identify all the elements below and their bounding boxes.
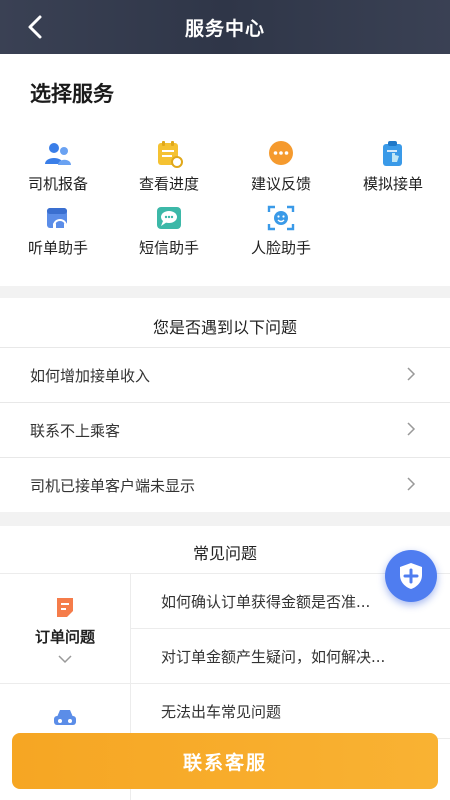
faq-title: 常见问题 (0, 526, 450, 574)
service-label: 人脸助手 (250, 239, 311, 257)
car-icon[interactable] (52, 706, 78, 728)
chat-bubble-icon (269, 141, 293, 165)
progress-checklist-icon (158, 141, 183, 168)
service-feedback[interactable]: 建议反馈 (225, 140, 337, 196)
chevron-left-icon[interactable] (24, 14, 48, 40)
service-order-listener[interactable]: 听单助手 (2, 204, 114, 260)
clipboard-touch-icon (383, 141, 402, 166)
issue-row[interactable]: 司机已接单客户端未显示 (0, 457, 450, 512)
service-label: 短信助手 (138, 239, 199, 257)
faq-question-text: 无法出车常见问题 (161, 702, 282, 721)
service-progress[interactable]: 查看进度 (113, 140, 225, 196)
issue-text: 如何增加接单收入 (30, 366, 151, 385)
issue-text: 司机已接单客户端未显示 (30, 476, 196, 495)
faq-question-text: 如何确认订单获得金额是否准... (161, 592, 371, 611)
sms-message-icon (157, 207, 181, 229)
issue-row[interactable]: 联系不上乘客 (0, 402, 450, 457)
service-driver-report[interactable]: 司机报备 (2, 140, 114, 196)
service-label: 查看进度 (138, 175, 199, 193)
service-selection-panel: 选择服务 司机报备 查看进度 建议反馈 模拟接单 听单助手 短信助手 人脸助手 (0, 54, 450, 286)
face-scan-icon (267, 205, 295, 231)
faq-category-label: 订单问题 (34, 628, 95, 646)
headset-calendar-icon (47, 208, 67, 229)
contact-support-button[interactable]: 联系客服 (12, 733, 438, 789)
service-label: 司机报备 (27, 175, 88, 193)
faq-question-text: 对订单金额产生疑问，如何解决... (161, 647, 386, 666)
faq-question-row[interactable]: 对订单金额产生疑问，如何解决... (131, 629, 450, 684)
top-nav-bar: 服务中心 (0, 0, 450, 54)
service-simulate-order[interactable]: 模拟接单 (337, 140, 449, 196)
chevron-right-icon (407, 367, 416, 381)
service-face-assistant[interactable]: 人脸助手 (225, 204, 337, 260)
chevron-right-icon (407, 477, 416, 491)
issue-text: 联系不上乘客 (30, 421, 121, 440)
service-label: 建议反馈 (250, 175, 311, 193)
issues-title: 您是否遇到以下问题 (152, 318, 297, 337)
services-title: 选择服务 (30, 82, 114, 106)
chevron-right-icon (407, 422, 416, 436)
service-sms-assistant[interactable]: 短信助手 (113, 204, 225, 260)
service-label: 听单助手 (27, 239, 88, 257)
service-label: 模拟接单 (362, 175, 423, 193)
faq-question-row[interactable]: 无法出车常见问题 (131, 684, 450, 739)
driver-report-icon (45, 143, 71, 165)
common-issues-panel: 您是否遇到以下问题 如何增加接单收入 联系不上乘客 司机已接单客户端未显示 (0, 298, 450, 512)
chevron-down-icon (58, 655, 72, 664)
shield-plus-icon (400, 563, 422, 589)
faq-category-orders[interactable]: 订单问题 (0, 574, 130, 684)
safety-fab-button[interactable] (385, 550, 437, 602)
page-title: 服务中心 (184, 17, 265, 40)
document-icon (57, 598, 73, 617)
issue-row[interactable]: 如何增加接单收入 (0, 347, 450, 402)
